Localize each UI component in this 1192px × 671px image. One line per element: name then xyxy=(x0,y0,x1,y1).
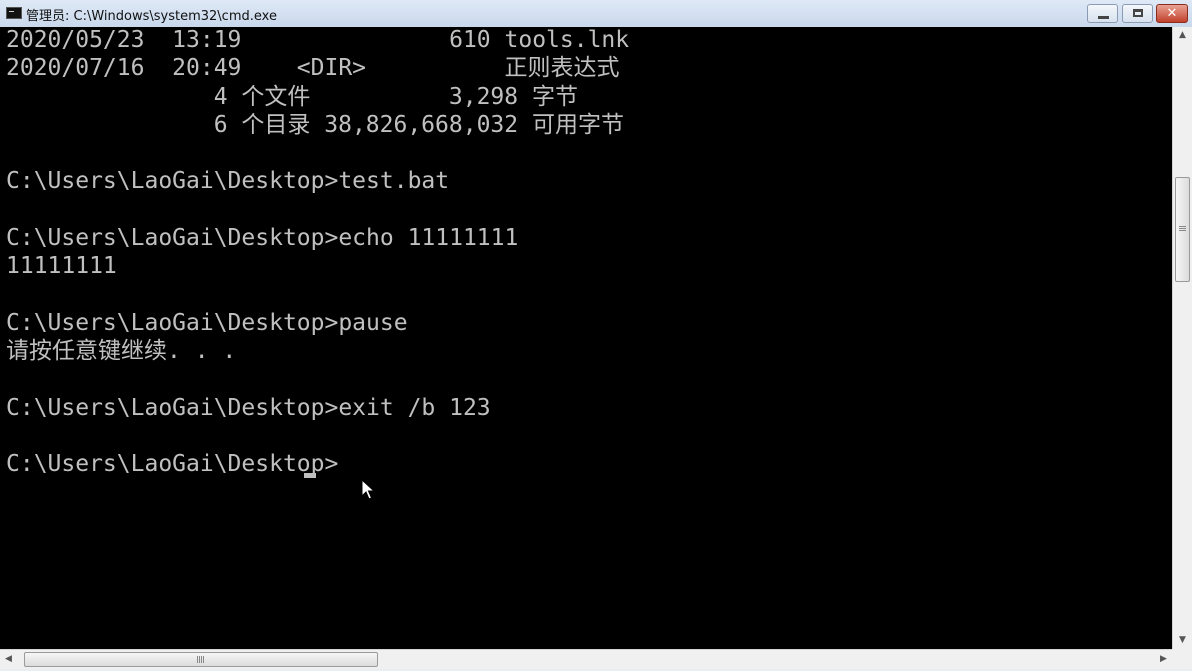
maximize-icon xyxy=(1133,9,1143,17)
cmd-window: 管理员: C:\Windows\system32\cmd.exe ✕ 2020/… xyxy=(0,0,1192,671)
horizontal-scroll-thumb[interactable] xyxy=(24,652,378,667)
grip-icon xyxy=(197,656,198,663)
window-title: 管理员: C:\Windows\system32\cmd.exe xyxy=(26,9,277,24)
console-line: 2020/05/23 13:19 610 tools.lnk xyxy=(6,27,630,53)
console-line: C:\Users\LaoGai\Desktop>echo 11111111 xyxy=(6,225,519,252)
console-prompt-line[interactable]: C:\Users\LaoGai\Desktop> xyxy=(6,450,629,478)
console-line: 11111111 xyxy=(6,253,117,280)
minimize-button[interactable] xyxy=(1087,4,1118,23)
vertical-scrollbar[interactable]: ▲ ▼ xyxy=(1172,27,1192,649)
console-output[interactable]: 2020/05/23 13:19 610 tools.lnk 2020/07/1… xyxy=(0,27,1172,649)
mouse-pointer-icon xyxy=(361,479,375,500)
scroll-left-arrow-icon[interactable]: ◀ xyxy=(0,650,17,669)
console-line: 请按任意键继续. . . xyxy=(6,338,237,365)
scroll-up-arrow-icon[interactable]: ▲ xyxy=(1173,27,1192,44)
grip-icon xyxy=(1179,226,1186,227)
console-line: C:\Users\LaoGai\Desktop>exit /b 123 xyxy=(6,394,491,421)
console-line: 4 个文件 3,298 字节 xyxy=(6,83,578,110)
minimize-icon xyxy=(1098,16,1109,19)
close-icon: ✕ xyxy=(1166,6,1178,21)
scroll-right-arrow-icon[interactable]: ▶ xyxy=(1155,650,1172,669)
console-app-icon[interactable] xyxy=(6,7,22,19)
title-bar[interactable]: 管理员: C:\Windows\system32\cmd.exe ✕ xyxy=(0,0,1192,28)
horizontal-scrollbar[interactable]: ◀ ▶ xyxy=(0,649,1172,669)
maximize-button[interactable] xyxy=(1122,4,1153,23)
console-line: C:\Users\LaoGai\Desktop>pause xyxy=(6,309,408,336)
close-button[interactable]: ✕ xyxy=(1156,4,1188,23)
resize-corner[interactable] xyxy=(1172,649,1192,669)
console-line: C:\Users\LaoGai\Desktop>test.bat xyxy=(6,168,450,195)
console-lines: 2020/05/23 13:19 610 tools.lnk 2020/07/1… xyxy=(6,27,629,479)
text-cursor xyxy=(304,473,316,478)
console-line: 6 个目录 38,826,668,032 可用字节 xyxy=(6,111,624,138)
vertical-scroll-thumb[interactable] xyxy=(1175,177,1190,282)
console-line: 2020/07/16 20:49 <DIR> 正则表达式 xyxy=(6,55,620,82)
scroll-down-arrow-icon[interactable]: ▼ xyxy=(1173,632,1192,649)
